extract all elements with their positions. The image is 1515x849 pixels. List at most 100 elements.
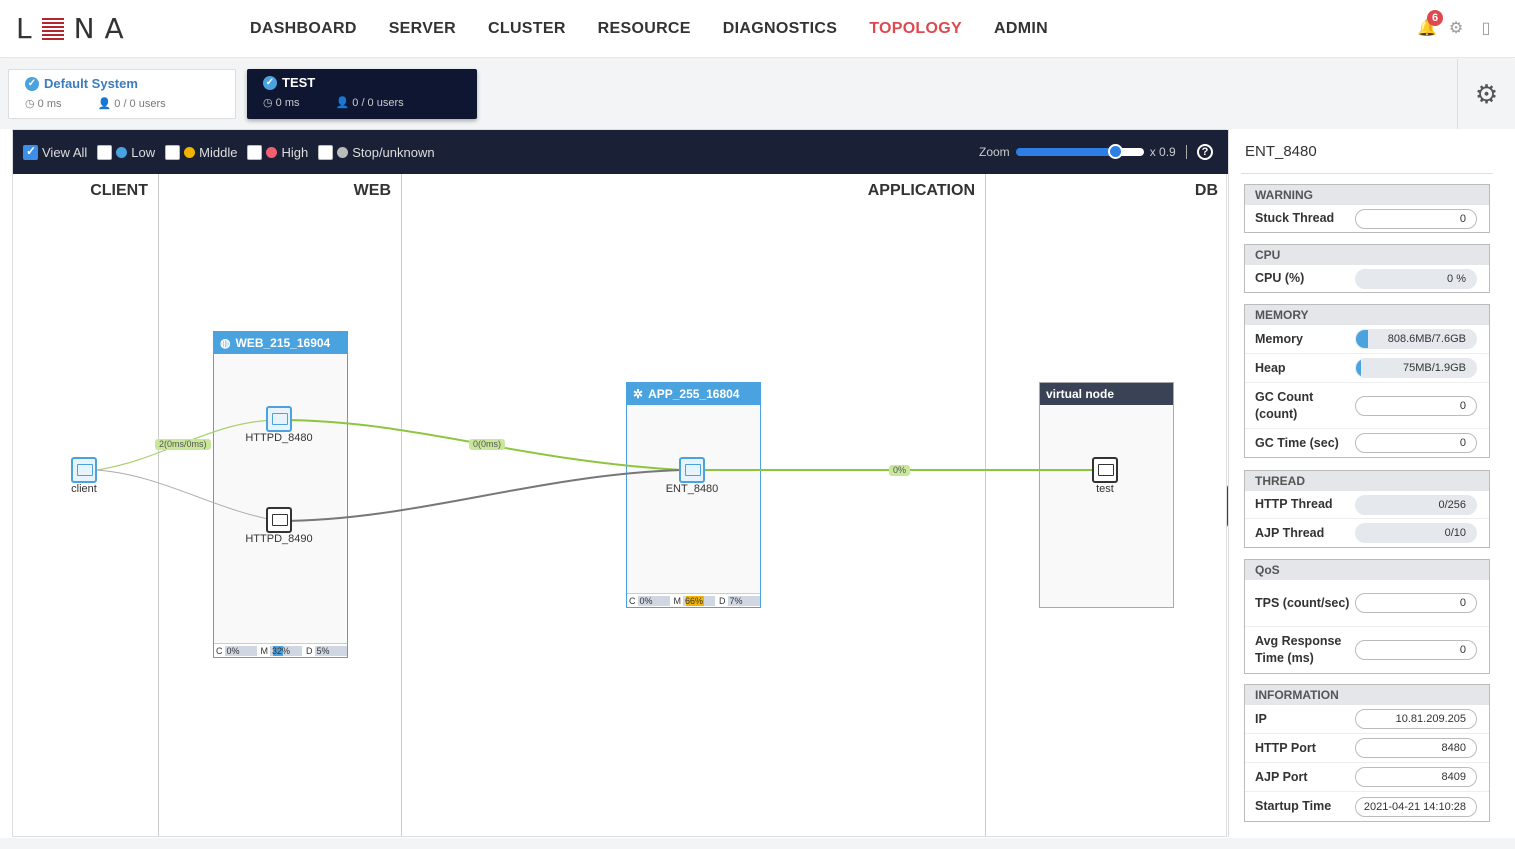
high-dot-icon	[266, 146, 278, 158]
virtual-node-title: virtual node	[1046, 387, 1115, 401]
node-test[interactable]: test	[1065, 457, 1145, 495]
nav-resource[interactable]: RESOURCE	[598, 20, 691, 38]
node-httpd-8490[interactable]: HTTPD_8490	[239, 507, 319, 545]
system-card-test[interactable]: ✓ TEST ◷ 0 ms 👤 0 / 0 users	[247, 69, 477, 119]
gc-count-label: GC Count (count)	[1255, 389, 1314, 421]
lena-logo[interactable]: L NA	[16, 12, 134, 45]
startup-time-label: Startup Time	[1255, 799, 1332, 813]
column-client: CLIENT	[13, 174, 159, 836]
low-dot-icon	[116, 146, 128, 158]
gc-count-field: 0	[1355, 395, 1477, 416]
nav-diagnostics[interactable]: DIAGNOSTICS	[723, 20, 837, 38]
web-disk-metric: 5%	[314, 645, 347, 656]
check-icon: ✓	[25, 76, 39, 91]
heap-label: Heap	[1255, 360, 1286, 375]
virtual-node-group[interactable]: virtual node	[1039, 382, 1174, 608]
middle-checkbox[interactable]: Middle	[165, 144, 237, 160]
web-group[interactable]: ◍ WEB_215_16904 C 0% M 32% D 5%	[213, 331, 348, 658]
memory-title: MEMORY	[1245, 305, 1489, 325]
logo-mark	[41, 18, 64, 40]
system-users: 👤 0 / 0 users	[97, 98, 166, 110]
cpu-section: CPU CPU (%) 0 %	[1244, 244, 1490, 293]
high-checkbox[interactable]: High	[247, 144, 308, 160]
column-web-title: WEB	[353, 182, 391, 199]
computer-icon	[71, 457, 97, 483]
settings-gear-icon[interactable]: ⚙	[1457, 59, 1515, 129]
help-icon[interactable]: ?	[1197, 144, 1213, 160]
gc-time-label: GC Time (sec)	[1255, 435, 1339, 450]
middle-dot-icon	[184, 146, 196, 158]
memory-section: MEMORY Memory 808.6MB/7.6GB Heap 75MB/1.9G…	[1244, 304, 1490, 458]
nav-server[interactable]: SERVER	[389, 20, 456, 38]
nav-topology[interactable]: TOPOLOGY	[869, 20, 962, 38]
http-thread-field: 0/256	[1355, 494, 1477, 515]
ajp-port-label: AJP Port	[1255, 769, 1308, 784]
cpu-field: 0 %	[1355, 268, 1477, 289]
bottom-bar	[0, 838, 1515, 849]
http-thread-label: HTTP Thread	[1255, 497, 1333, 511]
app-server-icon	[679, 457, 705, 483]
http-port-label: HTTP Port	[1255, 740, 1316, 755]
view-all-checkbox[interactable]: View All	[23, 144, 87, 160]
topology-canvas[interactable]: View All Low Middle High Stop/unknown Zo…	[12, 129, 1228, 837]
stuck-thread-label: Stuck Thread	[1255, 211, 1335, 225]
edge-label-db: 0%	[889, 465, 911, 476]
cpu-label: CPU (%)	[1255, 271, 1305, 285]
column-db-title: DB	[1194, 182, 1218, 199]
app-mem-metric: 66%	[683, 595, 715, 606]
qos-section: QoS TPS (count/sec) 0 Avg Response Time (…	[1244, 559, 1490, 674]
stuck-thread-field: 0	[1355, 208, 1477, 229]
toolbar-divider	[1186, 145, 1187, 159]
memory-field: 808.6MB/7.6GB	[1355, 329, 1477, 349]
nav-dashboard[interactable]: DASHBOARD	[250, 20, 357, 38]
edge-label-client: 2(0ms/0ms)	[155, 439, 211, 450]
system-name: TEST	[282, 75, 316, 90]
information-section: INFORMATION IP 10.81.209.205 HTTP Port 848…	[1244, 684, 1490, 822]
cpu-title: CPU	[1245, 245, 1489, 265]
system-card-default[interactable]: ✓ Default System ◷ 0 ms 👤 0 / 0 users	[8, 69, 236, 119]
panel-title: ENT_8480	[1245, 143, 1317, 160]
system-time: ◷ 0 ms	[263, 97, 300, 109]
gear-icon[interactable]: ⚙	[1447, 20, 1465, 38]
node-ent-8480[interactable]: ENT_8480	[652, 457, 732, 495]
tps-field: 0	[1355, 593, 1477, 613]
node-test-label: test	[1096, 483, 1114, 495]
zoom-value: x 0.9	[1149, 145, 1176, 159]
app-disk-metric: 7%	[727, 595, 760, 606]
low-checkbox[interactable]: Low	[97, 144, 155, 160]
node-client[interactable]: client	[44, 457, 124, 495]
zoom-control: Zoom x 0.9	[979, 130, 1176, 174]
qos-title: QoS	[1245, 560, 1489, 580]
nav-cluster[interactable]: CLUSTER	[488, 20, 566, 38]
thread-title: THREAD	[1245, 471, 1489, 491]
information-title: INFORMATION	[1245, 685, 1489, 705]
top-header: L NA DASHBOARD SERVER CLUSTER RESOURCE DI…	[0, 0, 1515, 58]
node-httpd-8480[interactable]: HTTPD_8480	[239, 406, 319, 444]
node-ent-8480-label: ENT_8480	[665, 483, 719, 495]
ip-label: IP	[1255, 711, 1267, 726]
check-icon: ✓	[263, 75, 277, 90]
edge-label-httpd: 0(0ms)	[469, 439, 506, 450]
stop-checkbox[interactable]: Stop/unknown	[318, 144, 435, 160]
ajp-port-field: 8409	[1355, 767, 1477, 787]
avg-response-label: Avg Response Time (ms)	[1255, 634, 1342, 665]
ip-field: 10.81.209.205	[1355, 709, 1477, 729]
bell-icon[interactable]: 🔔 6	[1417, 10, 1443, 38]
logout-icon[interactable]: ▯	[1477, 20, 1495, 38]
app-group[interactable]: ✲ APP_255_16804 C 0% M 66% D 7%	[626, 382, 761, 608]
startup-time-field: 2021-04-21 14:10:28	[1355, 796, 1477, 817]
column-client-title: CLIENT	[90, 182, 148, 199]
node-client-label: client	[71, 483, 97, 495]
system-users: 👤 0 / 0 users	[335, 97, 404, 109]
nav-admin[interactable]: ADMIN	[994, 20, 1048, 38]
warning-title: WARNING	[1245, 185, 1489, 205]
header-icons: 🔔 6 ⚙ ▯	[1417, 10, 1495, 38]
column-application-title: APPLICATION	[867, 182, 975, 199]
zoom-slider[interactable]	[1015, 144, 1144, 159]
heap-field: 75MB/1.9GB	[1355, 358, 1477, 378]
zoom-slider-knob[interactable]	[1107, 144, 1123, 159]
globe-icon: ◍	[220, 336, 231, 350]
thread-section: THREAD HTTP Thread 0/256 AJP Thread 0/10	[1244, 470, 1490, 548]
node-httpd-8480-label: HTTPD_8480	[245, 432, 313, 444]
tps-label: TPS (count/sec)	[1255, 595, 1350, 610]
